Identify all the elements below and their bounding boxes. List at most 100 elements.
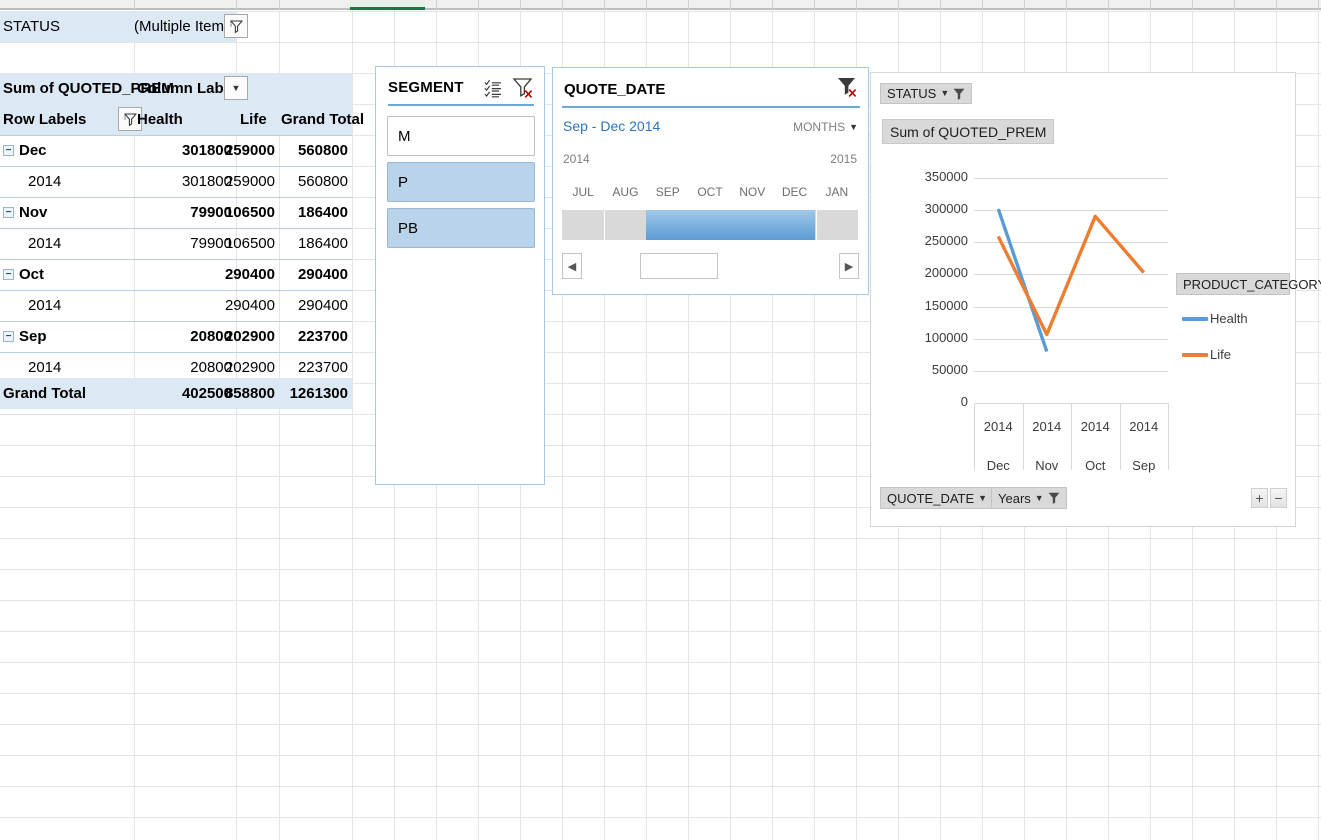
timeline-month-sep[interactable]: SEP xyxy=(647,185,689,199)
chart-gridline xyxy=(974,338,1168,340)
filter-applied-icon xyxy=(123,112,137,126)
pivot-row-label-text: 2014 xyxy=(28,173,62,190)
segment-slicer-item-label: P xyxy=(398,173,409,191)
column-header-separator xyxy=(436,0,437,10)
report-filter-value[interactable]: (Multiple Items) xyxy=(134,11,237,42)
chevron-down-icon: ▼ xyxy=(1034,492,1044,503)
timeline-year-start: 2014 xyxy=(563,152,590,166)
pivot-data-cell: 560800 xyxy=(297,173,348,190)
grid-column-line xyxy=(1318,0,1319,840)
column-header-separator xyxy=(1234,0,1235,10)
chart-legend-title-button[interactable]: PRODUCT_CATEGORY ▼ xyxy=(1176,273,1321,295)
column-header-separator xyxy=(562,0,563,10)
chart-zoom-in-button[interactable]: + xyxy=(1251,488,1268,508)
timeline-month-aug[interactable]: AUG xyxy=(604,185,646,199)
timeline-scroll-left-button[interactable]: ◀ xyxy=(562,253,582,279)
pivot-data-cell: 290400 xyxy=(297,266,348,283)
timeline-scroll-thumb[interactable] xyxy=(640,253,718,279)
chart-x-label-year: 2014 xyxy=(983,419,1013,434)
chart-legend-swatch xyxy=(1182,352,1208,357)
column-header-separator xyxy=(236,0,237,10)
collapse-expand-icon[interactable]: − xyxy=(3,145,14,156)
chart-gridline xyxy=(974,274,1168,276)
column-header-separator xyxy=(940,0,941,10)
pivot-grand-total-total: 1261300 xyxy=(289,385,348,402)
pivot-data-cell: 79900 xyxy=(190,235,232,252)
pivot-col-header-health: Health xyxy=(137,111,183,128)
pivot-row-label-text: Oct xyxy=(19,266,45,283)
multi-select-icon[interactable] xyxy=(484,79,503,103)
quote-date-timeline[interactable]: QUOTE_DATE Sep - Dec 2014 MONTHS ▼ 2014 … xyxy=(552,67,869,295)
chart-y-axis-label: 300000 xyxy=(924,201,968,217)
column-header-strip xyxy=(0,0,1321,10)
segment-slicer[interactable]: SEGMENT M P PB xyxy=(375,66,545,485)
clear-filter-icon[interactable] xyxy=(836,76,858,103)
pivot-data-cell: 106500 xyxy=(224,204,275,221)
segment-slicer-item-p[interactable]: P xyxy=(387,162,535,202)
grid-row-line xyxy=(0,724,1321,725)
timeline-level-selector[interactable]: MONTHS ▼ xyxy=(793,120,858,134)
segment-slicer-item-label: M xyxy=(398,127,411,145)
pivot-row-label[interactable]: − Nov xyxy=(3,197,47,228)
pivot-data-cell: 223700 xyxy=(297,328,348,345)
timeline-selection-range[interactable] xyxy=(646,210,815,240)
pivot-chart[interactable]: STATUS ▼ Sum of QUOTED_PREM 0 50000 100000… xyxy=(870,72,1321,527)
chart-field-button-years[interactable]: Years ▼ xyxy=(991,487,1067,509)
pivot-row-label[interactable]: − Oct xyxy=(3,259,44,290)
timeline-month-oct[interactable]: OCT xyxy=(689,185,731,199)
pivot-row-label[interactable]: 2014 xyxy=(28,166,61,197)
column-header-selected[interactable] xyxy=(350,0,425,10)
pivot-grand-total-life: 858800 xyxy=(224,385,275,402)
pivot-row-label[interactable]: 2014 xyxy=(28,290,61,321)
pivot-data-cell: 186400 xyxy=(297,235,348,252)
report-filter-button[interactable] xyxy=(224,14,248,38)
chart-gridline xyxy=(974,178,1168,179)
pivot-data-cell: 290400 xyxy=(224,297,275,314)
chart-legend-entry-health[interactable]: Health xyxy=(1182,311,1248,326)
collapse-expand-icon[interactable]: − xyxy=(3,207,14,218)
chart-y-axis-label: 150000 xyxy=(924,297,968,313)
chart-category-separator xyxy=(1168,403,1169,470)
pivot-row-label[interactable]: − Sep xyxy=(3,321,47,352)
chart-x-label-month: Nov xyxy=(1035,458,1059,473)
chevron-down-icon: ▼ xyxy=(231,82,241,93)
pivot-data-cell: 290400 xyxy=(224,266,275,283)
timeline-month-dec[interactable]: DEC xyxy=(773,185,815,199)
chart-gridline xyxy=(974,242,1168,244)
column-header-separator xyxy=(1276,0,1277,10)
chart-x-label-year: 2014 xyxy=(1080,419,1110,434)
column-header-separator xyxy=(279,0,280,10)
chart-gridline xyxy=(974,210,1168,212)
column-header-separator xyxy=(646,0,647,10)
chart-zoom-in-label: + xyxy=(1255,490,1264,506)
timeline-month-jan[interactable]: JAN xyxy=(816,185,858,199)
pivot-row-label-text: Sep xyxy=(19,328,47,345)
collapse-expand-icon[interactable]: − xyxy=(3,331,14,342)
collapse-expand-icon[interactable]: − xyxy=(3,269,14,280)
pivot-row-label[interactable]: 2014 xyxy=(28,228,61,259)
column-header-separator xyxy=(730,0,731,10)
pivot-data-cell: 301800 xyxy=(181,142,232,159)
chart-legend-entry-life[interactable]: Life xyxy=(1182,347,1231,362)
pivot-data-cell: 301800 xyxy=(181,173,232,190)
pivot-row-label[interactable]: − Dec xyxy=(3,135,47,166)
timeline-month-nov[interactable]: NOV xyxy=(731,185,773,199)
pivot-data-cell: 79900 xyxy=(190,204,232,221)
column-header-separator xyxy=(898,0,899,10)
chart-x-label-month: Oct xyxy=(1085,458,1106,473)
column-header-separator xyxy=(134,0,135,10)
column-labels-filter-button[interactable]: ▼ xyxy=(224,76,248,100)
segment-slicer-item-label: PB xyxy=(398,219,419,237)
clear-filter-icon[interactable] xyxy=(512,77,534,104)
chart-x-label-year: 2014 xyxy=(1032,419,1062,434)
column-header-separator xyxy=(688,0,689,10)
segment-slicer-item-pb[interactable]: PB xyxy=(387,208,535,248)
timeline-scroll-right-button[interactable]: ▶ xyxy=(839,253,859,279)
segment-slicer-divider xyxy=(388,104,534,106)
column-header-separator xyxy=(814,0,815,10)
segment-slicer-item-m[interactable]: M xyxy=(387,116,535,156)
chart-y-axis-label: 350000 xyxy=(924,169,968,184)
chart-field-button-label: QUOTE_DATE xyxy=(887,490,975,506)
chart-zoom-out-button[interactable]: − xyxy=(1270,488,1287,508)
timeline-month-jul[interactable]: JUL xyxy=(562,185,604,199)
